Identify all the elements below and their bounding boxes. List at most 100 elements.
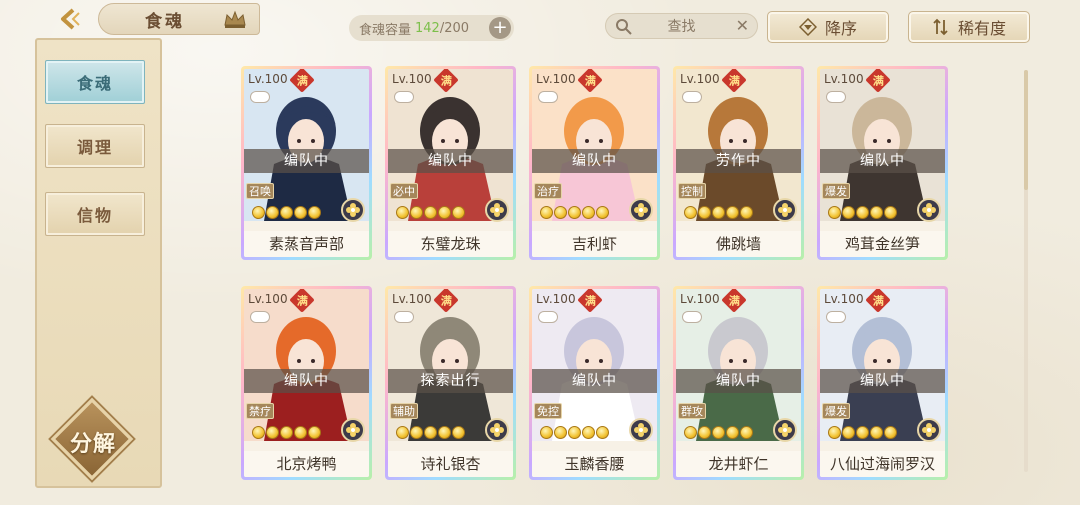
- card-status: 编队中: [532, 149, 657, 173]
- page-title: 食魂: [145, 11, 185, 32]
- card-level: Lv.100: [248, 72, 288, 86]
- food-soul-card[interactable]: Lv.100 满 编队中 群攻 龙井虾仁: [673, 286, 804, 480]
- card-role-tag: 免控: [534, 403, 562, 419]
- max-level-label: 满: [296, 294, 308, 307]
- card-role-tag: 治疗: [534, 183, 562, 199]
- star-icon: [396, 206, 409, 219]
- chat-bubble-icon: [538, 91, 558, 103]
- card-body: Lv.100 满 编队中 群攻 龙井虾仁: [676, 289, 801, 477]
- star-icon: [856, 426, 869, 439]
- star-icon: [842, 206, 855, 219]
- food-soul-card[interactable]: Lv.100 满 编队中 禁疗 北京烤鸭: [241, 286, 372, 480]
- star-icon: [582, 426, 595, 439]
- flower-element-icon: [341, 418, 365, 442]
- card-name: 龙井虾仁: [676, 451, 801, 477]
- back-button[interactable]: [50, 4, 90, 34]
- card-status: 编队中: [244, 149, 369, 173]
- card-level: Lv.100: [248, 292, 288, 306]
- back-arrow-icon: [61, 8, 80, 30]
- max-level-label: 满: [440, 74, 452, 87]
- max-level-label: 满: [440, 294, 452, 307]
- max-level-label: 满: [584, 294, 596, 307]
- star-icon: [582, 206, 595, 219]
- food-soul-card[interactable]: Lv.100 满 编队中 免控 玉麟香腰: [529, 286, 660, 480]
- capacity-indicator: 食魂容量 142 /200 +: [349, 15, 514, 41]
- star-rating: [684, 426, 753, 439]
- star-icon: [540, 206, 553, 219]
- star-icon: [554, 206, 567, 219]
- crown-icon[interactable]: [222, 9, 248, 29]
- food-soul-card[interactable]: Lv.100 满 编队中 爆发 鸡茸金丝笋: [817, 66, 948, 260]
- star-icon: [424, 426, 437, 439]
- flower-icon: [490, 203, 504, 217]
- card-role-tag: 必中: [390, 183, 418, 199]
- star-icon: [396, 426, 409, 439]
- card-name: 吉利虾: [532, 231, 657, 257]
- card-body: Lv.100 满 编队中 禁疗 北京烤鸭: [244, 289, 369, 477]
- max-level-label: 满: [296, 74, 308, 87]
- card-status: 编队中: [388, 149, 513, 173]
- star-icon: [856, 206, 869, 219]
- sidebar-item-conditioning[interactable]: 调理: [45, 124, 145, 168]
- flower-element-icon: [485, 198, 509, 222]
- star-icon: [438, 426, 451, 439]
- star-icon: [410, 426, 423, 439]
- sort-order-button[interactable]: 降序: [767, 11, 889, 43]
- star-icon: [294, 206, 307, 219]
- star-icon: [266, 426, 279, 439]
- star-icon: [438, 206, 451, 219]
- star-rating: [540, 206, 609, 219]
- add-capacity-button[interactable]: +: [489, 17, 511, 39]
- card-role-tag: 召唤: [246, 183, 274, 199]
- star-icon: [684, 426, 697, 439]
- card-body: Lv.100 满 编队中 治疗 吉利虾: [532, 69, 657, 257]
- card-level: Lv.100: [392, 292, 432, 306]
- flower-icon: [922, 423, 936, 437]
- chat-bubble-icon: [394, 91, 414, 103]
- sidebar-item-food-souls[interactable]: 食魂: [45, 60, 145, 104]
- max-level-label: 满: [728, 74, 740, 87]
- clear-icon[interactable]: ✕: [736, 16, 749, 35]
- star-icon: [554, 426, 567, 439]
- chat-bubble-icon: [394, 311, 414, 323]
- flower-element-icon: [917, 418, 941, 442]
- card-role-tag: 辅助: [390, 403, 418, 419]
- card-role-tag: 爆发: [822, 183, 850, 199]
- scrollbar-thumb[interactable]: [1024, 70, 1028, 190]
- decompose-button[interactable]: 分解: [50, 397, 134, 481]
- food-soul-card[interactable]: Lv.100 满 编队中 必中 东璧龙珠: [385, 66, 516, 260]
- star-icon: [698, 206, 711, 219]
- card-level: Lv.100: [680, 292, 720, 306]
- food-soul-card[interactable]: Lv.100 满 劳作中 控制 佛跳墙: [673, 66, 804, 260]
- chat-bubble-icon: [538, 311, 558, 323]
- chat-bubble-icon: [250, 91, 270, 103]
- search-input[interactable]: 查找 ✕: [605, 13, 758, 39]
- food-soul-card[interactable]: Lv.100 满 编队中 爆发 八仙过海闹罗汉: [817, 286, 948, 480]
- star-icon: [740, 426, 753, 439]
- card-role-tag: 群攻: [678, 403, 706, 419]
- star-icon: [266, 206, 279, 219]
- card-body: Lv.100 满 编队中 免控 玉麟香腰: [532, 289, 657, 477]
- capacity-current: 142: [415, 20, 440, 36]
- sidebar-item-tokens[interactable]: 信物: [45, 192, 145, 236]
- star-icon: [870, 206, 883, 219]
- card-status: 编队中: [820, 369, 945, 393]
- card-level: Lv.100: [824, 292, 864, 306]
- star-icon: [452, 206, 465, 219]
- sort-field-button[interactable]: 稀有度: [908, 11, 1030, 43]
- star-icon: [726, 206, 739, 219]
- food-soul-card[interactable]: Lv.100 满 探索出行 辅助 诗礼银杏: [385, 286, 516, 480]
- food-soul-card[interactable]: Lv.100 满 编队中 治疗 吉利虾: [529, 66, 660, 260]
- capacity-label: 食魂容量: [359, 22, 412, 38]
- scrollbar[interactable]: [1024, 70, 1028, 472]
- flower-icon: [778, 423, 792, 437]
- card-role-tag: 爆发: [822, 403, 850, 419]
- card-level: Lv.100: [536, 72, 576, 86]
- max-level-label: 满: [872, 294, 884, 307]
- star-icon: [568, 206, 581, 219]
- card-body: Lv.100 满 探索出行 辅助 诗礼银杏: [388, 289, 513, 477]
- card-level: Lv.100: [392, 72, 432, 86]
- card-body: Lv.100 满 编队中 爆发 八仙过海闹罗汉: [820, 289, 945, 477]
- food-soul-card[interactable]: Lv.100 满 编队中 召唤 素蒸音声部: [241, 66, 372, 260]
- descending-icon: [798, 18, 817, 36]
